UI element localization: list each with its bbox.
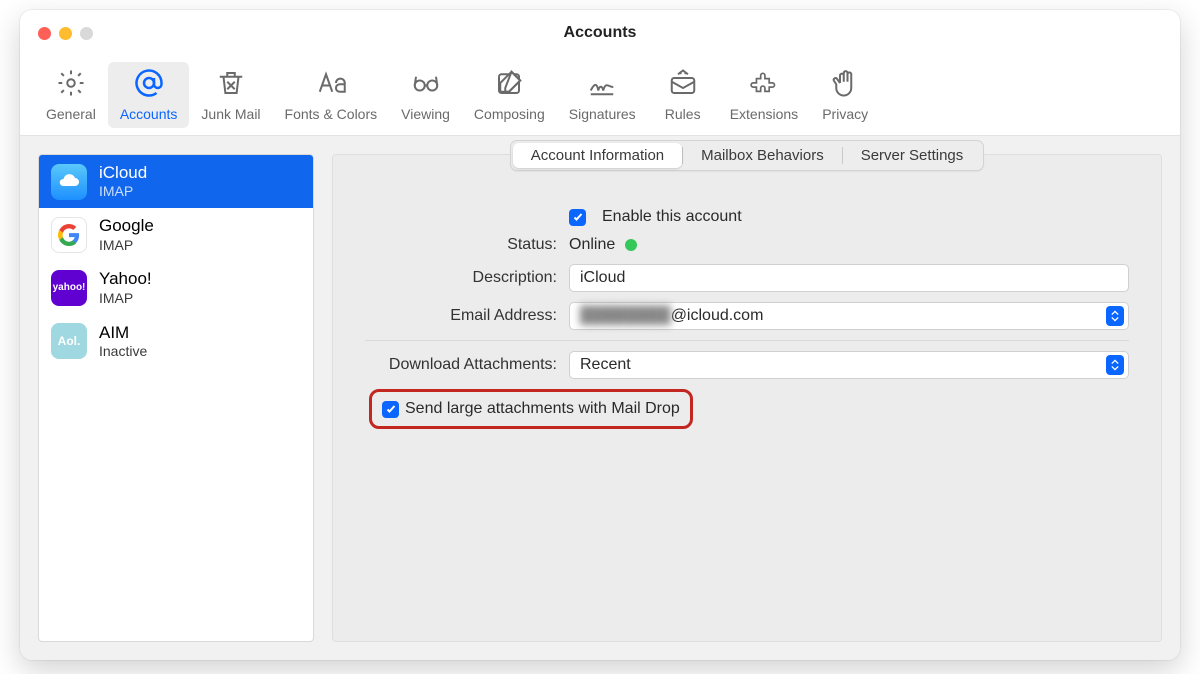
account-name: iCloud [99, 163, 147, 183]
status-online-indicator [625, 239, 637, 251]
account-info-form: Enable this account Status: Online Descr… [333, 174, 1161, 449]
account-detail-panel: Account Information Mailbox Behaviors Se… [332, 154, 1162, 642]
window-title: Accounts [20, 24, 1180, 42]
fonts-icon [316, 68, 346, 103]
puzzle-icon [749, 68, 779, 103]
download-attachments-label: Download Attachments: [365, 356, 557, 374]
download-attachments-popup[interactable]: Recent [569, 351, 1129, 379]
yahoo-icon: yahoo! [51, 270, 87, 306]
email-address-popup[interactable]: ████████@icloud.com [569, 302, 1129, 330]
account-name: AIM [99, 323, 147, 343]
maildrop-highlight: Send large attachments with Mail Drop [369, 389, 693, 429]
email-domain: @icloud.com [671, 307, 764, 324]
toolbar-junk-mail[interactable]: Junk Mail [189, 62, 272, 128]
detail-tabs: Account Information Mailbox Behaviors Se… [333, 140, 1161, 171]
toolbar-general[interactable]: General [34, 62, 108, 128]
popup-arrows-icon [1106, 355, 1124, 375]
at-sign-icon [134, 68, 164, 103]
account-item-icloud[interactable]: iCloud IMAP [39, 155, 313, 208]
preferences-window: Accounts General Accounts Junk Mail [20, 10, 1180, 660]
account-name: Yahoo! [99, 269, 152, 289]
toolbar-privacy[interactable]: Privacy [810, 62, 880, 128]
email-local-masked: ████████ [580, 307, 671, 324]
toolbar-label: Privacy [822, 106, 868, 122]
account-subtype: IMAP [99, 237, 154, 254]
email-label: Email Address: [365, 307, 557, 325]
rules-icon [668, 68, 698, 103]
maildrop-checkbox[interactable] [382, 401, 399, 418]
enable-account-label: Enable this account [602, 208, 742, 226]
hand-icon [830, 68, 860, 103]
enable-account-checkbox[interactable] [569, 209, 586, 226]
toolbar-label: Accounts [120, 106, 178, 122]
account-subtype: IMAP [99, 290, 152, 307]
account-name: Google [99, 216, 154, 236]
maildrop-label: Send large attachments with Mail Drop [405, 400, 680, 418]
toolbar-label: Junk Mail [201, 106, 260, 122]
toolbar-label: Signatures [569, 106, 636, 122]
titlebar: Accounts [20, 10, 1180, 56]
signature-icon [587, 68, 617, 103]
toolbar-label: Viewing [401, 106, 450, 122]
description-value: iCloud [580, 269, 625, 287]
account-item-aim[interactable]: Aol. AIM Inactive [39, 315, 313, 368]
tab-account-information[interactable]: Account Information [513, 143, 682, 168]
status-value: Online [569, 236, 615, 254]
toolbar-label: Rules [665, 106, 701, 122]
toolbar-extensions[interactable]: Extensions [718, 62, 810, 128]
account-item-yahoo[interactable]: yahoo! Yahoo! IMAP [39, 261, 313, 314]
accounts-sidebar: iCloud IMAP Google IMAP yahoo! [38, 154, 314, 642]
icloud-icon [51, 164, 87, 200]
aol-icon: Aol. [51, 323, 87, 359]
popup-arrows-icon [1106, 306, 1124, 326]
content-area: iCloud IMAP Google IMAP yahoo! [20, 136, 1180, 660]
toolbar-composing[interactable]: Composing [462, 62, 557, 128]
description-label: Description: [365, 269, 557, 287]
account-item-google[interactable]: Google IMAP [39, 208, 313, 261]
account-subtype: IMAP [99, 183, 147, 200]
toolbar-label: Extensions [730, 106, 798, 122]
tab-server-settings[interactable]: Server Settings [843, 143, 982, 168]
gear-icon [56, 68, 86, 103]
toolbar-rules[interactable]: Rules [648, 62, 718, 128]
tab-mailbox-behaviors[interactable]: Mailbox Behaviors [683, 143, 842, 168]
toolbar-label: General [46, 106, 96, 122]
toolbar-label: Composing [474, 106, 545, 122]
glasses-icon [411, 68, 441, 103]
divider [365, 340, 1129, 341]
download-attachments-value: Recent [580, 356, 631, 374]
toolbar-label: Fonts & Colors [285, 106, 378, 122]
toolbar-fonts-colors[interactable]: Fonts & Colors [273, 62, 390, 128]
google-icon [51, 217, 87, 253]
compose-icon [494, 68, 524, 103]
trash-icon [216, 68, 246, 103]
status-label: Status: [365, 236, 557, 254]
preferences-toolbar: General Accounts Junk Mail Fonts & Color… [20, 56, 1180, 136]
description-field[interactable]: iCloud [569, 264, 1129, 292]
account-subtype: Inactive [99, 343, 147, 360]
toolbar-accounts[interactable]: Accounts [108, 62, 190, 128]
toolbar-viewing[interactable]: Viewing [389, 62, 462, 128]
toolbar-signatures[interactable]: Signatures [557, 62, 648, 128]
